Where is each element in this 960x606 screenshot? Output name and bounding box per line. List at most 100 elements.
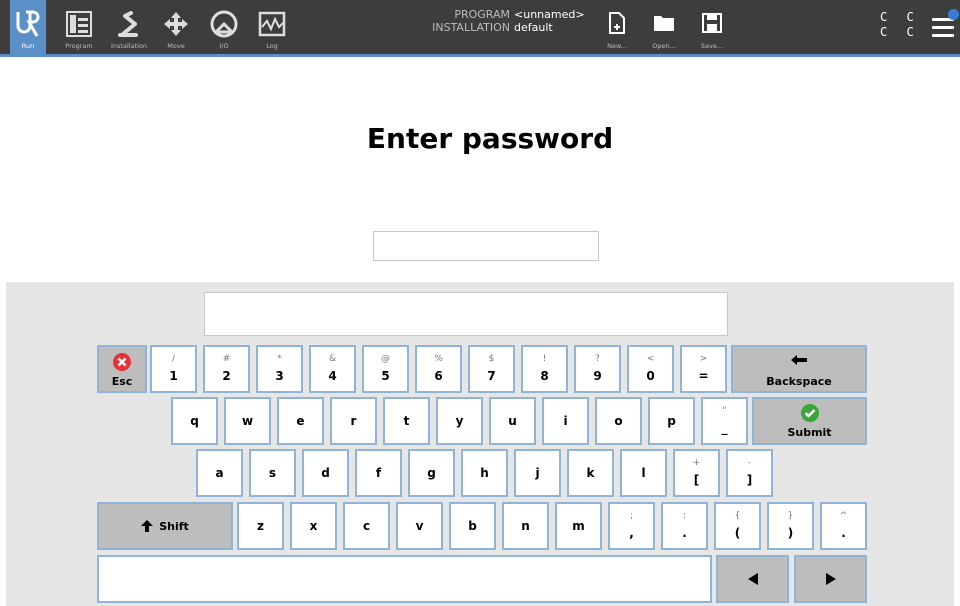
new-button[interactable]: New... [597,0,637,57]
key-char: c [362,519,371,533]
key-row3-4[interactable]: g [408,449,455,497]
key-char: 5 [381,369,390,383]
key-char: = [698,369,709,383]
nav-move-label: Move [167,42,185,50]
key-row1-2[interactable]: * 3 [256,345,303,393]
key-alt-char: < [646,354,655,364]
key-row4-4[interactable]: b [449,502,496,550]
folder-icon [644,10,684,36]
key-row2-5[interactable]: y [436,397,483,445]
password-field[interactable] [373,231,599,261]
shift-key[interactable]: Shift [97,502,233,550]
nav-installation[interactable]: Installation [104,0,154,57]
space-key[interactable] [97,555,712,603]
key-alt-char: > [699,354,708,364]
nav-log[interactable]: Log [252,0,292,57]
key-row4-10[interactable]: }) [767,502,814,550]
io-gauge-icon [204,6,244,42]
key-char: 6 [434,369,443,383]
key-row3-8[interactable]: l [620,449,667,497]
key-char: h [480,466,489,480]
program-info: PROGRAM <unnamed> INSTALLATION default [432,8,584,34]
arrow-left-icon [733,354,865,366]
key-row4-8[interactable]: :. [661,502,708,550]
key-row1-1[interactable]: #2 [203,345,250,393]
key-row1-7[interactable]: ! 8 [521,345,568,393]
open-button[interactable]: Open... [644,0,684,57]
key-alt-char: - [747,458,752,468]
key-row1-4[interactable]: @5 [362,345,409,393]
status-indicator[interactable]: C C C C [880,10,920,40]
hamburger-menu-icon[interactable] [932,9,959,40]
nav-io[interactable]: I/O [204,0,244,57]
key-alt-char: % [434,354,443,364]
nav-move[interactable]: Move [156,0,196,57]
key-row3-2[interactable]: d [302,449,349,497]
new-label: New... [607,42,627,50]
robot-arm-icon [104,6,154,42]
key-row4-1[interactable]: x [290,502,337,550]
keyboard-input-display[interactable] [204,292,728,336]
key-row1-5[interactable]: % 6 [415,345,462,393]
key-row2-4[interactable]: t [383,397,430,445]
key-char: f [375,466,382,480]
key-row2-9[interactable]: p [648,397,695,445]
key-row2-7[interactable]: i [542,397,589,445]
triangle-right-icon [796,557,865,601]
backspace-key[interactable]: Backspace [731,345,867,393]
key-row4-3[interactable]: v [396,502,443,550]
key-row4-11[interactable]: ^. [820,502,867,550]
installation-key: INSTALLATION [432,21,510,34]
key-row2-3[interactable]: r [330,397,377,445]
key-row1-10[interactable]: > = [680,345,727,393]
nav-run[interactable]: Run [10,0,46,57]
ur-logo-icon [10,6,46,42]
submit-key[interactable]: Submit [752,397,867,445]
key-row3-10[interactable]: -] [726,449,773,497]
key-row4-5[interactable]: n [502,502,549,550]
key-row3-1[interactable]: s [249,449,296,497]
key-alt-char: * [277,354,282,364]
key-row1-6[interactable]: $7 [468,345,515,393]
key-char: i [563,414,568,428]
key-alt-char: { [734,511,741,521]
key-row3-0[interactable]: a [196,449,243,497]
nav-installation-label: Installation [110,42,147,50]
nav-io-label: I/O [219,42,229,50]
key-row4-6[interactable]: m [555,502,602,550]
key-alt-char: # [222,354,231,364]
key-row4-0[interactable]: z [237,502,284,550]
key-char: 2 [222,369,231,383]
key-row1-9[interactable]: <0 [627,345,674,393]
key-row2-6[interactable]: u [489,397,536,445]
key-row3-9[interactable]: +[ [673,449,720,497]
key-row2-2[interactable]: e [277,397,324,445]
key-alt-char: + [692,458,701,468]
key-row2-8[interactable]: o [595,397,642,445]
key-row4-9[interactable]: {( [714,502,761,550]
key-row4-2[interactable]: c [343,502,390,550]
submit-label: Submit [787,426,832,439]
cursor-right-key[interactable] [794,555,867,603]
key-row2-0[interactable]: q [171,397,218,445]
save-label: Save... [700,42,724,50]
key-row1-8[interactable]: ? 9 [574,345,621,393]
key-row4-7[interactable]: ;, [608,502,655,550]
key-char: z [257,519,264,533]
esc-label: Esc [111,375,133,388]
save-button[interactable]: Save... [692,0,732,57]
cursor-left-key[interactable] [716,555,789,603]
nav-program[interactable]: Program [56,0,102,57]
key-row1-3[interactable]: & 4 [309,345,356,393]
esc-key[interactable]: Esc [97,345,147,393]
key-row3-7[interactable]: k [567,449,614,497]
key-row3-6[interactable]: j [514,449,561,497]
key-alt-char: ? [595,354,600,364]
key-row1-0[interactable]: /1 [150,345,197,393]
key-char: l [641,466,646,480]
key-row2-1[interactable]: w [224,397,271,445]
key-row3-3[interactable]: f [355,449,402,497]
key-row2-10[interactable]: " _ [701,397,748,445]
key-row3-5[interactable]: h [461,449,508,497]
key-char: 1 [169,369,178,383]
